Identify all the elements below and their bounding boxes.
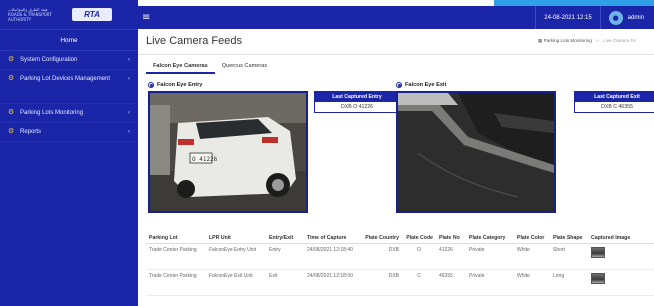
- col-header: Plate No: [436, 217, 466, 244]
- col-header: Entry/Exit: [266, 217, 304, 244]
- cell-parking-lot: Trade Center Parking: [146, 243, 206, 270]
- sidebar-item-parking-lots-monitoring[interactable]: ⚙ Parking Lots Monitoring ‹: [0, 104, 138, 123]
- breadcrumb-icon: ▦: [538, 38, 543, 43]
- page-title: Live Camera Feeds: [146, 35, 242, 47]
- sidebar-item-system-configuration[interactable]: ⚙ System Configuration ‹: [0, 51, 138, 70]
- cell-plate-no: 41226: [436, 243, 466, 270]
- sidebar-home[interactable]: Home: [0, 30, 138, 51]
- cell-parking-lot: Trade Center Parking: [146, 269, 206, 296]
- radio-icon: [396, 82, 402, 88]
- brand-text: ﻫﻴﺌﺔ ﺍﻟﻄﺮﻕ ﻭﺍﻟﻤﻮﺍﺻﻼﺕ ROADS & TRANSPORT A…: [8, 7, 52, 22]
- chevron-left-icon: ‹: [128, 57, 130, 63]
- sidebar-item-label: Parking Lot Devices Management: [20, 76, 111, 82]
- cell-plate-no: 46355: [436, 269, 466, 296]
- tab-quercus-cameras[interactable]: Quercus Cameras: [215, 60, 274, 74]
- last-captured-exit-value: DXB C 46355: [575, 102, 654, 112]
- user-avatar[interactable]: ●: [608, 10, 623, 25]
- cell-image[interactable]: [588, 269, 654, 296]
- sidebar: ﻫﻴﺌﺔ ﺍﻟﻄﺮﻕ ﻭﺍﻟﻤﻮﺍﺻﻼﺕ ROADS & TRANSPORT A…: [0, 0, 138, 306]
- table-header-row: Parking Lot LPR Unit Entry/Exit Time of …: [146, 217, 654, 244]
- cell-time: 24/08/2021 12:18:00: [304, 269, 362, 296]
- entry-camera-image[interactable]: O 41226: [148, 91, 308, 213]
- cell-shape: Short: [550, 243, 588, 270]
- camera-tabs: Falcon Eye Cameras Quercus Cameras: [146, 60, 274, 74]
- gear-icon: ⚙: [8, 109, 15, 116]
- last-captured-entry-value: DXB O 41226: [315, 102, 399, 112]
- entry-camera-panel: Falcon Eye Entry O 41226 Last Captured E…: [148, 82, 400, 217]
- cell-image[interactable]: [588, 243, 654, 270]
- gear-icon: ⚙: [8, 56, 15, 63]
- sidebar-item-label: Reports: [20, 129, 42, 135]
- breadcrumb-item[interactable]: Parking Lots Monitoring: [544, 38, 592, 43]
- sidebar-item-label: Parking Lots Monitoring: [20, 110, 84, 116]
- menu-icon[interactable]: ≡: [142, 12, 154, 23]
- radio-icon: [148, 82, 154, 88]
- col-header: Plate Country: [362, 217, 402, 244]
- brand[interactable]: ﻫﻴﺌﺔ ﺍﻟﻄﺮﻕ ﻭﺍﻟﻤﻮﺍﺻﻼﺕ ROADS & TRANSPORT A…: [0, 0, 138, 30]
- cell-color: White: [514, 269, 550, 296]
- sidebar-item-label: System Configuration: [20, 57, 78, 63]
- cell-category: Private: [466, 269, 514, 296]
- cell-country: DXB: [362, 269, 402, 296]
- sidebar-item-parking-lot-devices[interactable]: ⚙ Parking Lot Devices Management ‹: [0, 70, 138, 104]
- exit-camera-panel: Falcon Eye Exit Last Captured Exit DXB C…: [396, 82, 654, 217]
- cell-entry-exit: Entry: [266, 243, 304, 270]
- cell-entry-exit: Exit: [266, 269, 304, 296]
- cell-lpr-unit: FalconEye Exit Unit: [206, 269, 266, 296]
- col-header: Plate Color: [514, 217, 550, 244]
- exit-camera-title[interactable]: Falcon Eye Exit: [396, 82, 654, 88]
- tab-falcon-eye-cameras[interactable]: Falcon Eye Cameras: [146, 60, 215, 74]
- last-captured-exit: Last Captured Exit DXB C 46355: [574, 91, 654, 113]
- datetime-display: 24-08-2021 12:15: [535, 6, 601, 29]
- cell-country: DXB: [362, 243, 402, 270]
- breadcrumb: ▦ Parking Lots Monitoring > Live Camera …: [538, 38, 636, 43]
- captured-image-thumbnail[interactable]: [591, 246, 605, 258]
- cell-code: O: [402, 243, 436, 270]
- cell-time: 24/08/2021 12:18:40: [304, 243, 362, 270]
- table-row[interactable]: Trade Center Parking FalconEye Entry Uni…: [146, 243, 654, 270]
- user-name[interactable]: admin: [628, 15, 644, 21]
- chevron-left-icon: ‹: [128, 129, 130, 135]
- last-captured-exit-label: Last Captured Exit: [575, 92, 654, 102]
- col-header: Plate Code: [402, 217, 436, 244]
- sidebar-item-reports[interactable]: ⚙ Reports ‹: [0, 123, 138, 142]
- captured-image-thumbnail[interactable]: [591, 272, 605, 284]
- gear-icon: ⚙: [8, 75, 15, 82]
- top-bar: ≡ 24-08-2021 12:15 ● admin: [138, 6, 654, 29]
- exit-camera-image[interactable]: [396, 91, 556, 213]
- last-captured-entry-label: Last Captured Entry: [315, 92, 399, 102]
- col-header: Parking Lot: [146, 217, 206, 244]
- gear-icon: ⚙: [8, 128, 15, 135]
- app-page: ﻫﻴﺌﺔ ﺍﻟﻄﺮﻕ ﻭﺍﻟﻤﻮﺍﺻﻼﺕ ROADS & TRANSPORT A…: [0, 0, 654, 306]
- table-row[interactable]: Trade Center Parking FalconEye Exit Unit…: [146, 269, 654, 296]
- col-header: Plate Category: [466, 217, 514, 244]
- col-header: Time of Capture: [304, 217, 362, 244]
- cell-category: Private: [466, 243, 514, 270]
- breadcrumb-item: Live Camera Fe: [603, 38, 636, 43]
- last-captured-entry: Last Captured Entry DXB O 41226: [314, 91, 400, 113]
- rta-logo: RTA: [72, 8, 112, 21]
- page-header: Live Camera Feeds ▦ Parking Lots Monitor…: [138, 29, 654, 55]
- col-header: Plate Shape: [550, 217, 588, 244]
- entry-camera-title[interactable]: Falcon Eye Entry: [148, 82, 398, 88]
- col-header: Captured Image: [588, 217, 654, 244]
- cell-shape: Long: [550, 269, 588, 296]
- chevron-left-icon: ‹: [128, 76, 130, 82]
- cell-color: White: [514, 243, 550, 270]
- col-header: LPR Unit: [206, 217, 266, 244]
- svg-text:O 41226: O 41226: [192, 156, 218, 163]
- captures-table: Parking Lot LPR Unit Entry/Exit Time of …: [146, 217, 654, 296]
- cell-lpr-unit: FalconEye Entry Unit: [206, 243, 266, 270]
- cell-code: C: [402, 269, 436, 296]
- chevron-left-icon: ‹: [128, 110, 130, 116]
